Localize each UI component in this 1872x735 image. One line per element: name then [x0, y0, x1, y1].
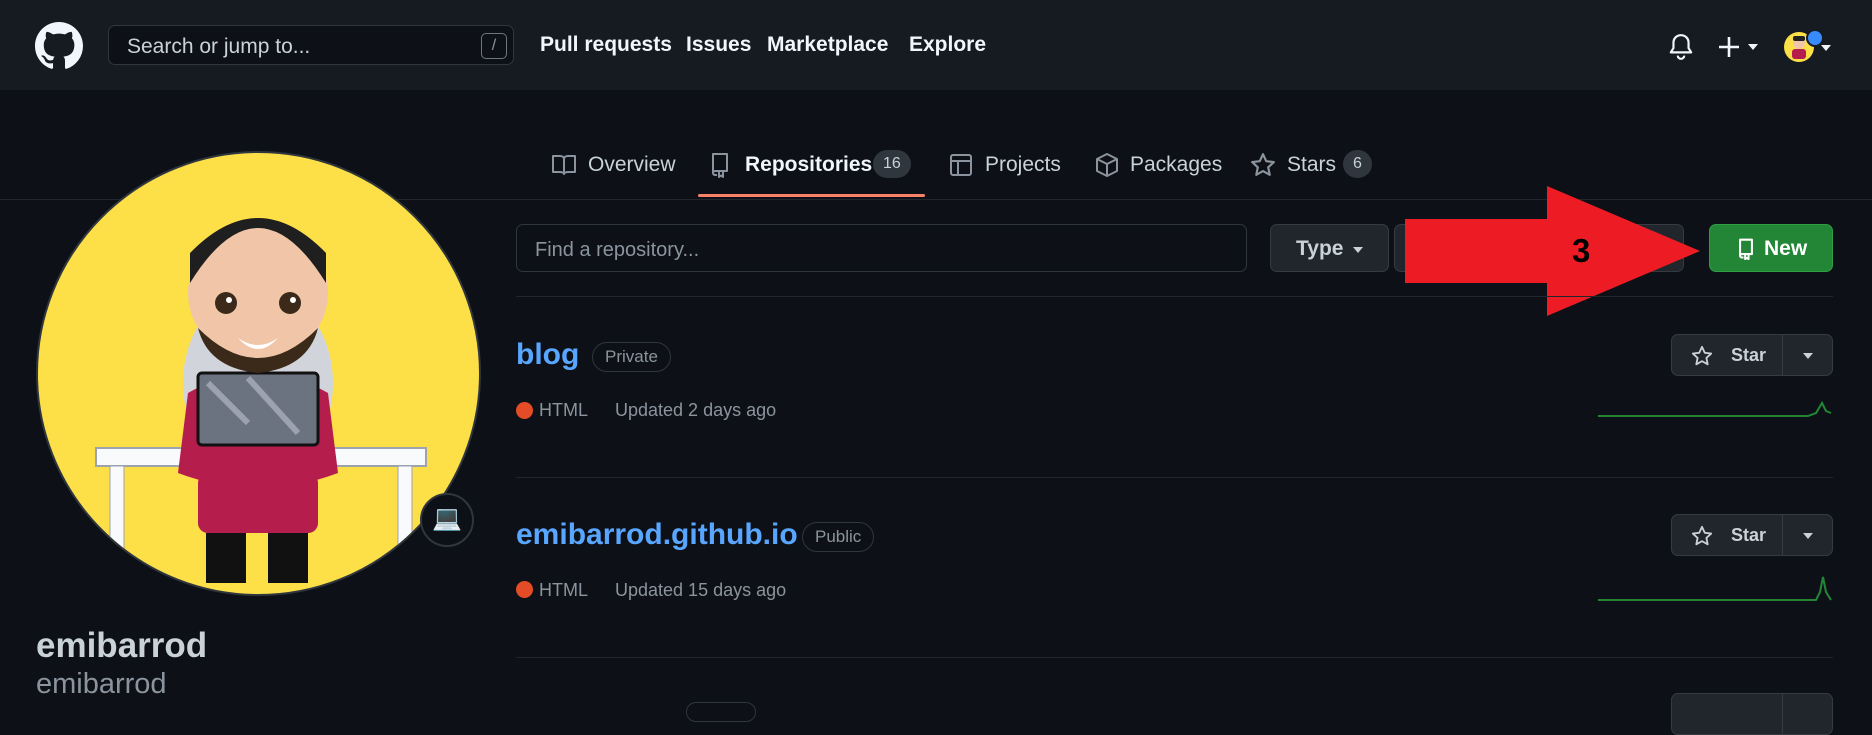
repo-visibility-badge-partial — [686, 702, 756, 722]
activity-sparkline — [1598, 576, 1832, 601]
search-placeholder: Search or jump to... — [127, 35, 311, 58]
chevron-down-icon[interactable] — [1802, 352, 1814, 360]
annotation-step-label: 3 — [1572, 232, 1591, 269]
tab-packages[interactable]: Packages — [1095, 150, 1222, 180]
projects-table-icon — [950, 154, 972, 176]
language-color-dot — [516, 402, 533, 419]
status-emoji-badge[interactable]: 💻 — [420, 493, 474, 547]
repo-name-link[interactable]: emibarrod.github.io — [516, 518, 798, 552]
top-header: Search or jump to... / Pull requests Iss… — [0, 0, 1872, 90]
chevron-down-icon — [1353, 247, 1363, 253]
star-icon — [1691, 525, 1713, 546]
global-search-input[interactable]: Search or jump to... / — [108, 25, 514, 65]
tab-projects-label: Projects — [985, 153, 1061, 176]
nav-issues[interactable]: Issues — [686, 33, 751, 57]
star-button-partial[interactable] — [1671, 693, 1833, 735]
tab-packages-label: Packages — [1130, 153, 1223, 176]
stars-count-badge: 6 — [1343, 150, 1372, 178]
nav-pull-requests[interactable]: Pull requests — [540, 33, 672, 57]
profile-avatar[interactable] — [36, 151, 481, 596]
repo-language: HTML — [539, 400, 588, 420]
new-repository-button[interactable]: New — [1709, 224, 1833, 272]
chevron-down-icon — [1821, 45, 1831, 51]
repositories-count-badge: 16 — [873, 150, 911, 178]
active-tab-underline — [698, 194, 925, 197]
star-button[interactable]: Star — [1671, 514, 1833, 556]
star-button-divider — [1782, 335, 1783, 375]
repo-language: HTML — [539, 580, 588, 600]
activity-sparkline — [1598, 400, 1832, 417]
nav-explore[interactable]: Explore — [909, 33, 986, 57]
list-divider — [516, 296, 1833, 297]
tab-overview-label: Overview — [588, 153, 676, 176]
tab-overview[interactable]: Overview — [551, 150, 676, 180]
star-button[interactable]: Star — [1671, 334, 1833, 376]
tab-stars-label: Stars — [1287, 153, 1337, 176]
star-button-divider — [1782, 515, 1783, 555]
avatar-illustration-icon — [95, 218, 427, 587]
profile-login: emibarrod — [36, 668, 167, 700]
tab-repositories-label: Repositories — [745, 153, 873, 176]
create-new-plus-icon[interactable] — [1718, 35, 1762, 59]
repo-visibility-badge: Private — [592, 342, 671, 372]
type-filter-label: Type — [1296, 237, 1344, 260]
star-icon — [1691, 345, 1713, 366]
tab-stars[interactable]: Stars 6 — [1250, 150, 1375, 180]
find-repository-placeholder: Find a repository... — [535, 239, 700, 261]
book-icon — [552, 155, 576, 175]
github-logo-icon[interactable] — [35, 22, 83, 70]
language-color-dot — [516, 581, 533, 598]
list-divider — [516, 477, 1833, 478]
star-button-label: Star — [1731, 345, 1767, 365]
tab-repositories[interactable]: Repositories 16 — [710, 150, 915, 180]
new-repository-label: New — [1764, 237, 1808, 260]
repo-icon — [1739, 238, 1753, 260]
profile-name: emibarrod — [36, 626, 208, 665]
repo-name-link[interactable]: blog — [516, 338, 579, 372]
star-icon — [1251, 153, 1275, 176]
star-button-divider — [1782, 694, 1783, 734]
bell-icon[interactable] — [1668, 33, 1694, 61]
list-divider — [516, 657, 1833, 658]
nav-marketplace[interactable]: Marketplace — [767, 33, 888, 57]
repo-updated: Updated 2 days ago — [615, 400, 777, 420]
repo-icon — [712, 153, 728, 178]
star-button-label: Star — [1731, 525, 1767, 545]
chevron-down-icon[interactable] — [1802, 532, 1814, 540]
repo-visibility-badge: Public — [802, 522, 875, 552]
type-filter-button[interactable]: Type — [1270, 224, 1389, 272]
tab-projects[interactable]: Projects — [949, 150, 1061, 180]
repo-updated: Updated 15 days ago — [615, 580, 787, 600]
find-repository-input[interactable]: Find a repository... — [516, 224, 1247, 272]
search-shortcut-key: / — [481, 33, 507, 59]
package-icon — [1096, 153, 1118, 177]
